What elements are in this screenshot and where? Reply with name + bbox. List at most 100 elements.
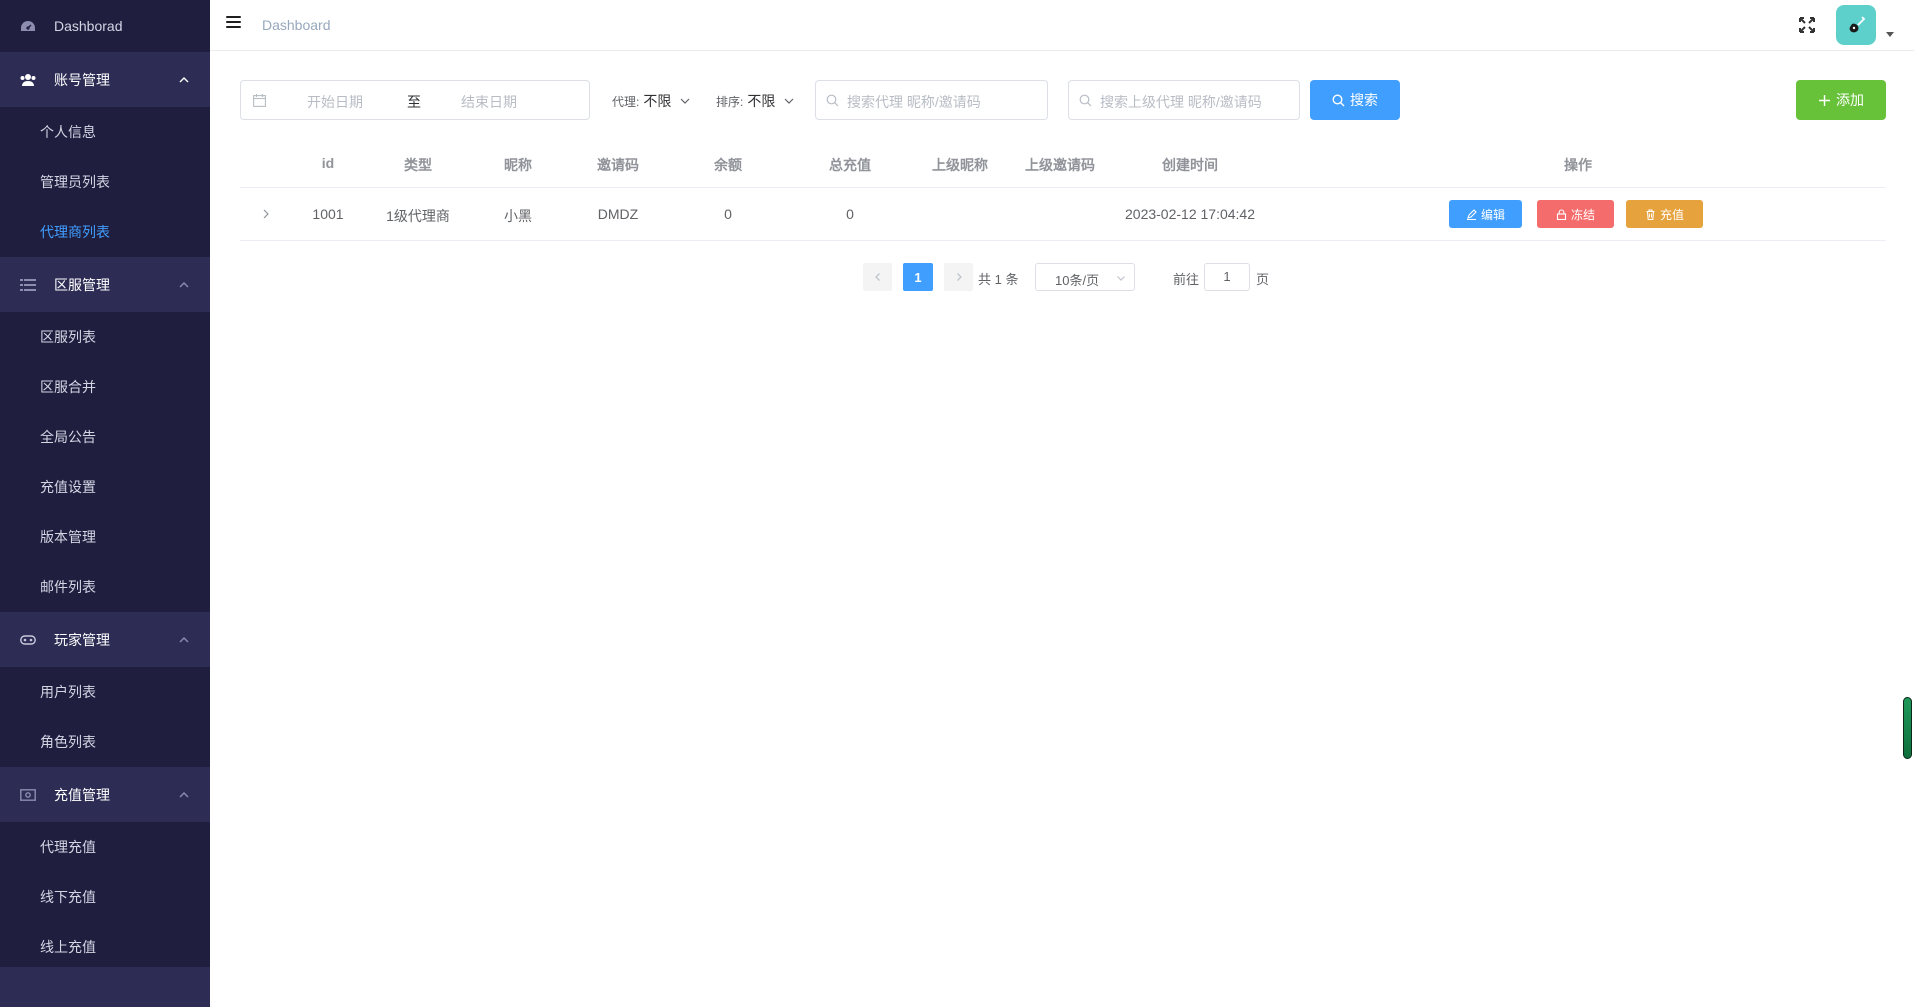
chevron-up-icon [179,281,189,287]
agent-table: id 类型 昵称 邀请码 余额 总充值 上级昵称 上级邀请码 创建时间 操作 1… [240,138,1886,241]
sidebar-item-mail-list[interactable]: 邮件列表 [0,562,210,612]
sidebar-item-agent-recharge[interactable]: 代理充值 [0,822,210,872]
breadcrumb[interactable]: Dashboard [262,17,331,33]
cell-total-recharge: 0 [846,206,854,222]
date-separator: 至 [407,94,421,110]
sidebar-item-label: 邮件列表 [40,579,96,595]
add-button[interactable]: 添加 [1796,80,1886,120]
sidebar-item-label: 用户列表 [40,684,96,700]
page-size-value: 10条/页 [1055,273,1100,288]
agent-search-input[interactable]: 搜索代理 昵称/邀请码 [815,80,1048,120]
goto-unit-label: 页 [1256,272,1270,287]
sidebar-group-recharge[interactable]: 充值管理 [0,767,210,822]
sidebar-group-server[interactable]: 区服管理 [0,257,210,312]
trash-icon [1646,208,1655,220]
sidebar-item-label: 个人信息 [40,124,96,140]
chevron-right-icon[interactable] [260,208,272,220]
cell-type: 1级代理商 [386,208,450,224]
sidebar-group-account[interactable]: 账号管理 [0,52,210,107]
sidebar-item-label: Dashborad [54,18,123,34]
recharge-button-label: 充值 [1659,207,1684,222]
column-header-id: id [321,155,335,171]
edit-button-label: 编辑 [1480,207,1505,222]
calendar-icon [253,94,266,107]
sidebar-item-user-list[interactable]: 用户列表 [0,667,210,717]
chevron-up-icon [179,76,189,82]
date-start-placeholder[interactable]: 开始日期 [307,92,363,112]
top-navbar: Dashboard [210,0,1914,51]
sidebar-item-online-recharge[interactable]: 线上充值 [0,922,210,972]
sidebar-item-label: 版本管理 [40,529,96,545]
sidebar-item-agent-list[interactable]: 代理商列表 [0,207,210,257]
sidebar-group-label: 充值管理 [54,786,110,803]
chevron-up-icon [179,636,189,642]
recharge-button[interactable]: 充值 [1626,200,1703,228]
goto-page-input[interactable]: 1 [1204,263,1250,291]
freeze-button-label: 冻结 [1570,207,1595,222]
column-header-type: 类型 [404,157,432,173]
column-header-parent-invite-code: 上级邀请码 [1025,157,1095,173]
edit-icon [1466,208,1477,220]
dashboard-icon [20,18,36,34]
sidebar-item-dashboard[interactable]: Dashborad [0,0,210,52]
sidebar-item-label: 全局公告 [40,429,96,445]
edit-button[interactable]: 编辑 [1449,200,1522,228]
cell-balance: 0 [724,206,732,222]
sort-select-label: 排序: [716,94,744,109]
goto-label: 前往 [1173,272,1200,287]
floating-scroll-indicator[interactable] [1903,697,1912,759]
sidebar-group-label: 区服管理 [54,276,110,293]
search-button[interactable]: 搜索 [1310,80,1400,120]
sidebar-item-admin-list[interactable]: 管理员列表 [0,157,210,207]
sidebar-group-player[interactable]: 玩家管理 [0,612,210,667]
sidebar-item-profile[interactable]: 个人信息 [0,107,210,157]
sidebar-item-label: 代理商列表 [40,224,110,240]
sidebar-item-version[interactable]: 版本管理 [0,512,210,562]
agent-select-label: 代理: [612,94,640,109]
date-range-picker[interactable]: 开始日期 至 结束日期 [240,80,590,120]
agent-search-placeholder: 搜索代理 昵称/邀请码 [847,94,981,110]
hamburger-menu-icon[interactable] [226,16,241,30]
chevron-up-icon [179,791,189,797]
chevron-down-icon [680,98,690,104]
plus-icon [1819,94,1830,106]
search-icon [1332,93,1345,106]
column-header-total-recharge: 总充值 [829,157,871,173]
sidebar-item-server-merge[interactable]: 区服合并 [0,362,210,412]
sort-select[interactable]: 排序: 不限 [716,91,795,111]
page-size-select[interactable]: 10条/页 [1035,263,1135,291]
sidebar-item-offline-recharge[interactable]: 线下充值 [0,872,210,922]
list-icon [20,277,36,293]
column-header-balance: 余额 [714,157,742,173]
filter-bar: 开始日期 至 结束日期 代理: 不限 排序: 不限 搜索代理 昵称/邀请码 搜索… [240,80,1890,120]
sidebar-item-label: 代理充值 [40,839,96,855]
prev-page-button[interactable] [863,263,892,291]
gamepad-icon [20,632,36,648]
add-button-label: 添加 [1836,92,1864,108]
sidebar-item-server-list[interactable]: 区服列表 [0,312,210,362]
next-page-button[interactable] [944,263,973,291]
cell-created-at: 2023-02-12 17:04:42 [1125,206,1255,222]
sidebar-item-label: 管理员列表 [40,174,110,190]
sidebar-footer-bar [0,967,210,1007]
fullscreen-icon[interactable] [1798,16,1816,34]
sidebar-item-recharge-settings[interactable]: 充值设置 [0,462,210,512]
agent-select-value: 不限 [643,93,672,109]
search-icon [1079,94,1092,107]
sidebar-item-role-list[interactable]: 角色列表 [0,717,210,767]
sidebar-item-label: 区服合并 [40,379,96,395]
sidebar-item-announcement[interactable]: 全局公告 [0,412,210,462]
table-row: 1001 1级代理商 小黑 DMDZ 0 0 2023-02-12 17:04:… [240,188,1886,241]
chevron-right-icon [956,273,962,281]
agent-select[interactable]: 代理: 不限 [612,91,691,111]
sidebar-item-label: 充值设置 [40,479,96,495]
date-end-placeholder[interactable]: 结束日期 [461,92,517,112]
sidebar-group-label: 玩家管理 [54,631,110,648]
search-button-label: 搜索 [1350,92,1378,108]
freeze-button[interactable]: 冻结 [1537,200,1614,228]
page-number-current[interactable]: 1 [903,263,933,291]
parent-agent-search-input[interactable]: 搜索上级代理 昵称/邀请码 [1068,80,1300,120]
avatar[interactable] [1836,5,1876,45]
lock-icon [1556,208,1567,220]
caret-down-icon[interactable] [1886,32,1894,37]
